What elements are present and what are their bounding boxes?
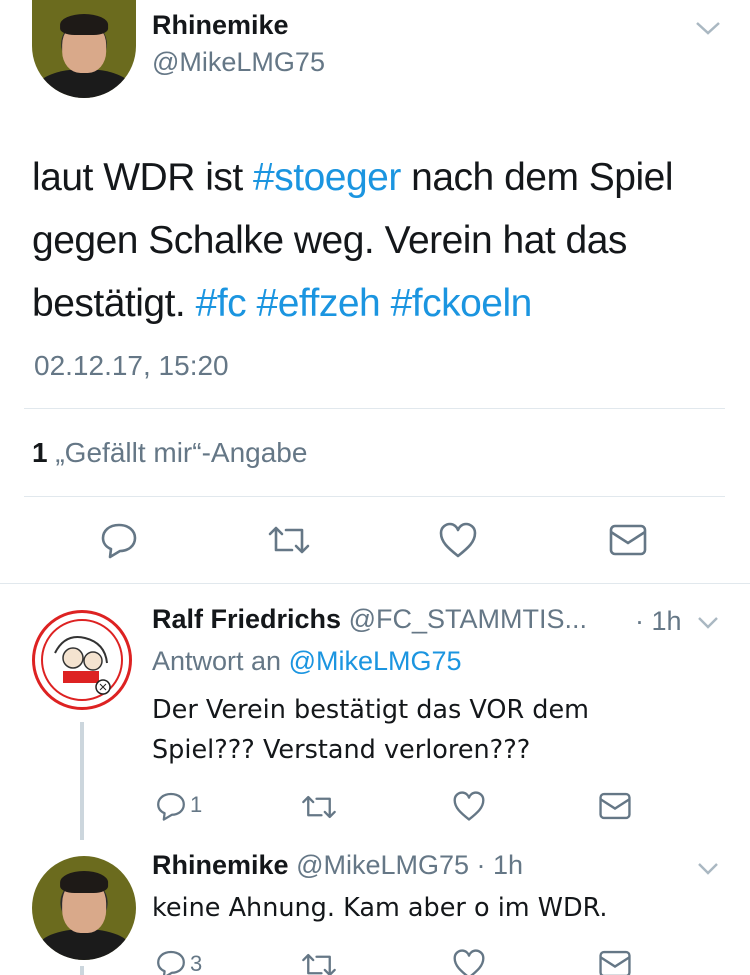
reply-count: 1 xyxy=(190,792,203,817)
reply-to-handle[interactable]: @MikeLMG75 xyxy=(289,646,462,676)
chevron-down-icon[interactable] xyxy=(696,860,720,878)
tweet-timestamp: 02.12.17, 15:20 xyxy=(34,350,229,381)
hashtag-link[interactable]: #fckoeln xyxy=(391,282,533,325)
reply-time[interactable]: · 1h xyxy=(635,606,682,637)
heart-icon[interactable] xyxy=(452,948,486,975)
tweet-text-part: gegen Schalke weg. Verein hat das xyxy=(32,219,627,262)
retweet-icon[interactable] xyxy=(300,950,338,975)
likes-summary[interactable]: 1 „Gefällt mir“-Angabe xyxy=(32,437,307,469)
reply-text-line: Der Verein bestätigt das VOR dem xyxy=(152,695,589,725)
chevron-down-icon[interactable] xyxy=(694,18,722,38)
tweet-text: laut WDR ist #stoeger nach dem Spiel geg… xyxy=(32,146,732,335)
heart-icon[interactable] xyxy=(438,521,478,559)
reply-icon[interactable] xyxy=(154,948,188,975)
thread-line xyxy=(80,722,84,840)
likes-count: 1 xyxy=(32,437,48,468)
envelope-icon[interactable] xyxy=(608,522,648,558)
tweet-text-part: laut WDR ist xyxy=(32,156,243,199)
reply-time[interactable]: · 1h xyxy=(477,850,524,880)
reply-avatar[interactable] xyxy=(32,610,132,710)
hashtag-link[interactable]: #stoeger xyxy=(253,156,401,199)
divider xyxy=(24,496,725,497)
reply-icon[interactable] xyxy=(99,520,139,560)
reply-header: Ralf Friedrichs @FC_STAMMTIS... xyxy=(152,604,587,635)
reply-author-handle[interactable]: @MikeLMG75 xyxy=(296,850,469,880)
divider xyxy=(0,583,750,584)
reply-text: Der Verein bestätigt das VOR dem Spiel??… xyxy=(152,690,589,770)
hashtag-link[interactable]: #fc xyxy=(196,282,247,325)
hashtag-link[interactable]: #effzeh xyxy=(257,282,381,325)
author-name[interactable]: Rhinemike xyxy=(152,10,289,41)
reply-author-name[interactable]: Ralf Friedrichs xyxy=(152,604,341,634)
reply-text-line: keine Ahnung. Kam aber o im WDR. xyxy=(152,893,608,923)
reply-header: Rhinemike @MikeLMG75 · 1h xyxy=(152,850,523,881)
reply-author-name[interactable]: Rhinemike xyxy=(152,850,289,880)
divider xyxy=(24,408,725,409)
chevron-down-icon[interactable] xyxy=(696,614,720,632)
tweet-text-part: bestätigt. xyxy=(32,282,186,325)
author-avatar[interactable] xyxy=(32,0,136,98)
retweet-icon[interactable] xyxy=(266,522,312,558)
heart-icon[interactable] xyxy=(452,790,486,822)
envelope-icon[interactable] xyxy=(598,948,632,975)
likes-label: „Gefällt mir“-Angabe xyxy=(55,437,308,468)
reply-count: 3 xyxy=(190,951,203,975)
thread-line xyxy=(80,966,84,975)
envelope-icon[interactable] xyxy=(598,790,632,822)
reply-to-line: Antwort an @MikeLMG75 xyxy=(152,646,462,677)
author-handle[interactable]: @MikeLMG75 xyxy=(152,47,325,78)
tweet-text-part: nach dem Spiel xyxy=(411,156,674,199)
reply-icon[interactable] xyxy=(154,790,188,822)
reply-text-line: Spiel??? Verstand verloren??? xyxy=(152,735,531,765)
retweet-icon[interactable] xyxy=(300,792,338,822)
reply-to-label: Antwort an xyxy=(152,646,282,676)
reply-author-handle[interactable]: @FC_STAMMTIS... xyxy=(349,604,587,634)
reply-text: keine Ahnung. Kam aber o im WDR. xyxy=(152,888,608,928)
reply-avatar[interactable] xyxy=(32,856,136,960)
